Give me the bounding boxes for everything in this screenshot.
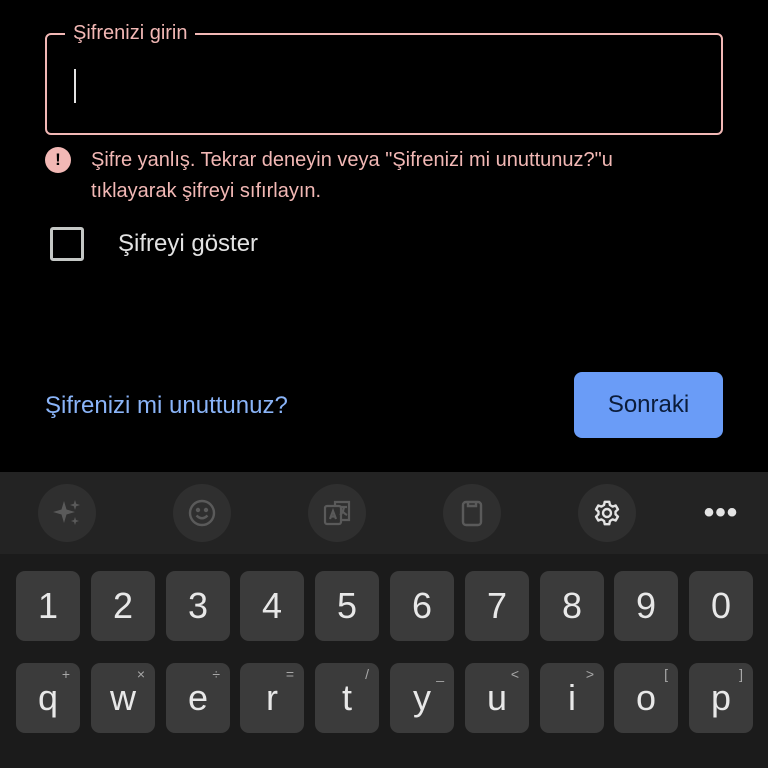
- key-label: p: [710, 677, 732, 718]
- translate-icon[interactable]: [308, 484, 366, 542]
- key-label: y: [413, 677, 431, 718]
- key-alt-label: >: [585, 666, 594, 682]
- key-0[interactable]: 0: [689, 571, 753, 641]
- key-o[interactable]: o[: [614, 663, 678, 733]
- key-label: 2: [112, 585, 134, 626]
- key-7[interactable]: 7: [465, 571, 529, 641]
- key-alt-label: [: [664, 666, 668, 682]
- key-alt-label: <: [510, 666, 519, 682]
- next-button[interactable]: Sonraki: [574, 372, 723, 438]
- key-9[interactable]: 9: [614, 571, 678, 641]
- on-screen-keyboard: ••• 1234567890 q + w × e ÷ r = t / y _ u < i > o[p]: [0, 472, 768, 768]
- exclamation-circle-icon: !: [45, 147, 71, 173]
- key-alt-label: ÷: [212, 666, 220, 682]
- text-cursor: [74, 69, 76, 103]
- key-t[interactable]: t /: [315, 663, 379, 733]
- show-password-row[interactable]: Şifreyi göster: [50, 227, 258, 261]
- key-label: 0: [710, 585, 732, 626]
- key-1[interactable]: 1: [16, 571, 80, 641]
- sparkle-icon[interactable]: [38, 484, 96, 542]
- key-label: o: [635, 677, 657, 718]
- key-5[interactable]: 5: [315, 571, 379, 641]
- key-r[interactable]: r =: [240, 663, 304, 733]
- key-label: 7: [486, 585, 508, 626]
- key-8[interactable]: 8: [540, 571, 604, 641]
- key-label: u: [486, 677, 508, 718]
- key-p[interactable]: p]: [689, 663, 753, 733]
- key-alt-label: _: [436, 666, 444, 682]
- key-label: 8: [561, 585, 583, 626]
- key-label: t: [341, 677, 352, 718]
- key-6[interactable]: 6: [390, 571, 454, 641]
- key-alt-label: =: [285, 666, 294, 682]
- more-icon[interactable]: •••: [692, 484, 750, 542]
- key-label: e: [187, 677, 209, 718]
- key-label: q: [37, 677, 59, 718]
- key-y[interactable]: y _: [390, 663, 454, 733]
- key-alt-label: ×: [136, 666, 145, 682]
- clipboard-icon[interactable]: [443, 484, 501, 542]
- key-alt-label: +: [61, 666, 70, 682]
- key-e[interactable]: e ÷: [166, 663, 230, 733]
- forgot-password-link[interactable]: Şifrenizi mi unuttunuz?: [45, 392, 288, 420]
- key-label: 3: [187, 585, 209, 626]
- key-label: 1: [37, 585, 59, 626]
- key-label: 5: [336, 585, 358, 626]
- key-alt-label: ]: [739, 666, 743, 682]
- key-label: 6: [411, 585, 433, 626]
- key-4[interactable]: 4: [240, 571, 304, 641]
- keyboard-toolbar: •••: [0, 472, 768, 554]
- key-label: w: [110, 677, 136, 718]
- key-label: 4: [261, 585, 283, 626]
- key-alt-label: /: [365, 666, 369, 682]
- error-text: Şifre yanlış. Tekrar deneyin veya "Şifre…: [91, 149, 613, 202]
- key-i[interactable]: i >: [540, 663, 604, 733]
- key-3[interactable]: 3: [166, 571, 230, 641]
- key-2[interactable]: 2: [91, 571, 155, 641]
- settings-icon[interactable]: [578, 484, 636, 542]
- error-message: ! Şifre yanlış. Tekrar deneyin veya "Şif…: [45, 145, 725, 207]
- key-w[interactable]: w ×: [91, 663, 155, 733]
- password-field-label: Şifrenizi girin: [65, 21, 196, 45]
- key-label: r: [266, 677, 278, 718]
- emoji-icon[interactable]: [173, 484, 231, 542]
- show-password-checkbox[interactable]: [50, 227, 84, 261]
- key-u[interactable]: u <: [465, 663, 529, 733]
- key-q[interactable]: q +: [16, 663, 80, 733]
- show-password-label[interactable]: Şifreyi göster: [118, 230, 258, 258]
- key-label: 9: [635, 585, 657, 626]
- key-label: i: [568, 677, 576, 718]
- password-field[interactable]: Şifrenizi girin: [45, 21, 723, 135]
